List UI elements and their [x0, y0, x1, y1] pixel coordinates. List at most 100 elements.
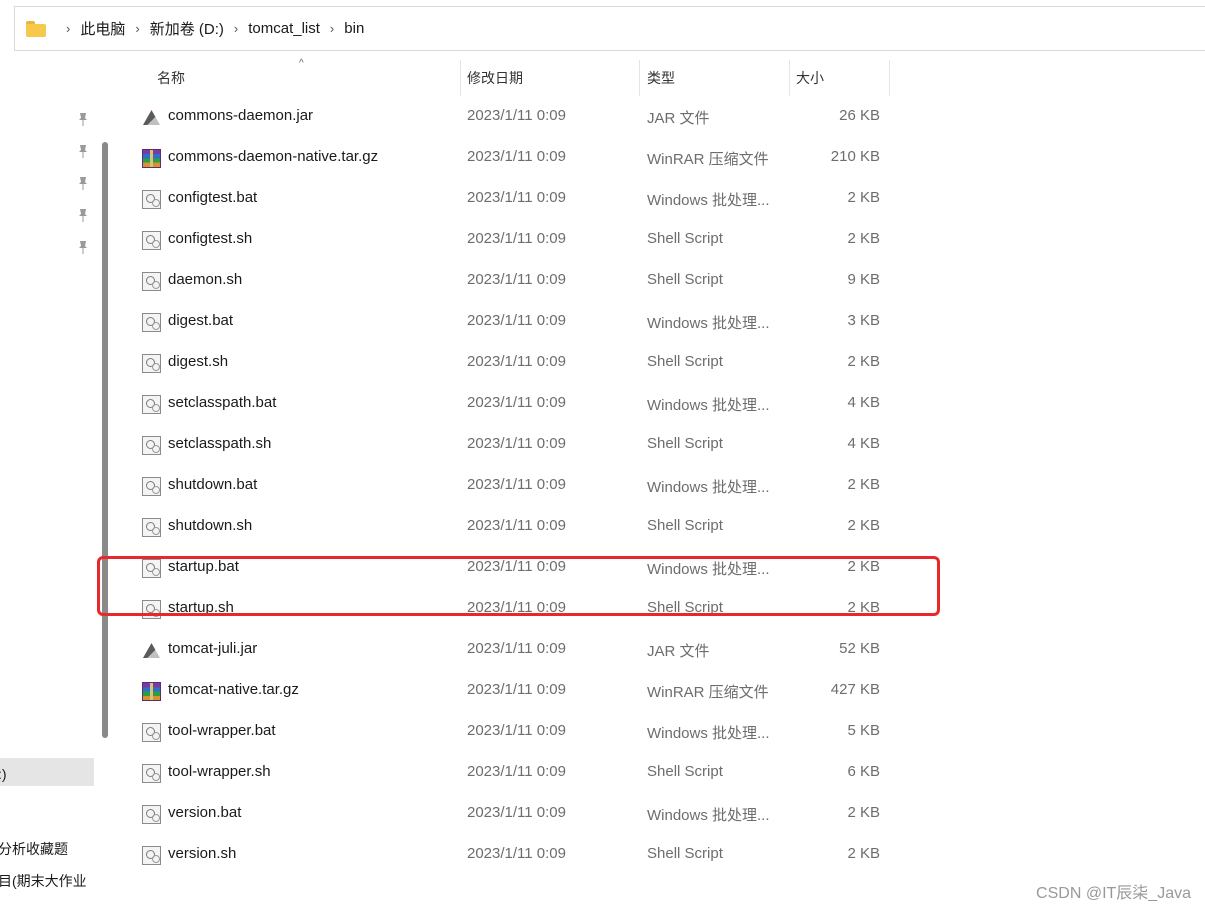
file-name: setclasspath.bat [168, 394, 277, 411]
nav-item-drive[interactable]: :) [0, 766, 7, 782]
file-type: Windows 批处理... [647, 479, 770, 496]
file-type: Shell Script [647, 435, 723, 452]
file-size: 4 KB [847, 394, 880, 411]
file-row[interactable]: tomcat-native.tar.gz 2023/1/11 0:09 WinRAR… [120, 670, 900, 711]
file-name: shutdown.bat [168, 476, 258, 493]
file-row[interactable]: commons-daemon-native.tar.gz 2023/1/11 0:… [120, 137, 900, 178]
nav-scrollbar[interactable] [102, 142, 108, 738]
address-bar[interactable]: › 此电脑 › 新加卷 (D:) › tomcat_list › bin [14, 6, 1205, 51]
file-size: 2 KB [847, 189, 880, 206]
script-file-icon [142, 764, 161, 783]
file-row[interactable]: configtest.bat 2023/1/11 0:09 Windows 批处理.… [120, 178, 900, 219]
file-name: tool-wrapper.sh [168, 763, 271, 780]
file-size: 3 KB [847, 312, 880, 329]
file-size: 4 KB [847, 435, 880, 452]
file-row[interactable]: version.bat 2023/1/11 0:09 Windows 批处理... 2… [120, 793, 900, 834]
breadcrumb-bin[interactable]: bin [344, 20, 364, 37]
breadcrumb-tomcat-list[interactable]: tomcat_list [248, 20, 320, 37]
file-modified-date: 2023/1/11 0:09 [467, 107, 566, 124]
column-divider[interactable] [639, 60, 640, 96]
file-modified-date: 2023/1/11 0:09 [467, 763, 566, 780]
column-divider[interactable] [460, 60, 461, 96]
file-type: Shell Script [647, 517, 723, 534]
file-explorer-window: › 此电脑 › 新加卷 (D:) › tomcat_list › bin :) … [0, 0, 1205, 908]
column-divider[interactable] [889, 60, 890, 96]
chevron-right-icon[interactable]: › [234, 21, 238, 36]
file-list: ciphers.sh2023/1/11 0:09Shell Script2 KB… [120, 75, 900, 908]
pin-icon[interactable] [77, 208, 89, 222]
file-name: commons-daemon.jar [168, 107, 314, 124]
file-type: Shell Script [647, 271, 723, 288]
file-row[interactable]: digest.sh 2023/1/11 0:09 Shell Script 2 KB [120, 342, 900, 383]
file-row[interactable]: daemon.sh 2023/1/11 0:09 Shell Script 9 KB [120, 260, 900, 301]
file-size: 2 KB [847, 353, 880, 370]
column-header-date[interactable]: 修改日期 [467, 60, 523, 96]
file-row[interactable]: setclasspath.sh 2023/1/11 0:09 Shell Scrip… [120, 424, 900, 465]
chevron-right-icon[interactable]: › [66, 21, 70, 36]
breadcrumb-this-pc[interactable]: 此电脑 [80, 18, 125, 39]
pin-icon[interactable] [77, 144, 89, 158]
file-row[interactable]: tomcat-juli.jar 2023/1/11 0:09 JAR 文件 52 KB [120, 629, 900, 670]
file-type: Windows 批处理... [647, 397, 770, 414]
script-file-icon [142, 477, 161, 496]
file-name: setclasspath.sh [168, 435, 272, 452]
winrar-archive-icon [142, 682, 161, 701]
file-row[interactable]: configtest.sh 2023/1/11 0:09 Shell Script 2… [120, 219, 900, 260]
file-row[interactable]: tool-wrapper.bat 2023/1/11 0:09 Windows 批处… [120, 711, 900, 752]
file-size: 5 KB [847, 722, 880, 739]
file-modified-date: 2023/1/11 0:09 [467, 148, 566, 165]
column-header-name[interactable]: 名称 [157, 60, 185, 96]
file-modified-date: 2023/1/11 0:09 [467, 476, 566, 493]
file-size: 2 KB [847, 517, 880, 534]
column-header-size[interactable]: 大小 [796, 60, 824, 96]
file-type: Shell Script [647, 763, 723, 780]
file-type: WinRAR 压缩文件 [647, 151, 769, 168]
file-name: version.bat [168, 804, 242, 821]
winrar-archive-icon [142, 149, 161, 168]
file-name: tool-wrapper.bat [168, 722, 276, 739]
file-row[interactable]: version.sh 2023/1/11 0:09 Shell Script 2 KB [120, 834, 900, 875]
breadcrumb-drive-d[interactable]: 新加卷 (D:) [150, 18, 224, 39]
file-type: Windows 批处理... [647, 725, 770, 742]
file-row[interactable]: setclasspath.bat 2023/1/11 0:09 Windows 批处… [120, 383, 900, 424]
file-row[interactable]: shutdown.bat 2023/1/11 0:09 Windows 批处理...… [120, 465, 900, 506]
file-row[interactable]: commons-daemon.jar 2023/1/11 0:09 JAR 文件 26… [120, 96, 900, 137]
file-size: 2 KB [847, 845, 880, 862]
file-modified-date: 2023/1/11 0:09 [467, 435, 566, 452]
file-row[interactable]: shutdown.sh 2023/1/11 0:09 Shell Script 2 K… [120, 506, 900, 547]
nav-item-folder[interactable]: 分析收藏题 [0, 839, 68, 859]
column-header-type[interactable]: 类型 [647, 60, 675, 96]
sort-ascending-icon: ^ [299, 58, 304, 69]
file-row[interactable]: tool-wrapper.sh 2023/1/11 0:09 Shell Scrip… [120, 752, 900, 793]
jar-file-icon [142, 108, 161, 127]
watermark: CSDN @IT辰柒_Java [1036, 885, 1191, 902]
script-file-icon [142, 231, 161, 250]
file-modified-date: 2023/1/11 0:09 [467, 230, 566, 247]
file-size: 9 KB [847, 271, 880, 288]
script-file-icon [142, 436, 161, 455]
pin-icon[interactable] [77, 112, 89, 126]
chevron-right-icon[interactable]: › [330, 21, 334, 36]
file-row[interactable]: digest.bat 2023/1/11 0:09 Windows 批处理... 3 … [120, 301, 900, 342]
file-modified-date: 2023/1/11 0:09 [467, 312, 566, 329]
file-size: 210 KB [830, 148, 880, 165]
column-divider[interactable] [789, 60, 790, 96]
file-name: configtest.bat [168, 189, 258, 206]
file-name: digest.bat [168, 312, 234, 329]
file-type: Windows 批处理... [647, 192, 770, 209]
file-modified-date: 2023/1/11 0:09 [467, 271, 566, 288]
file-size: 427 KB [830, 681, 880, 698]
chevron-right-icon[interactable]: › [135, 21, 139, 36]
script-file-icon [142, 272, 161, 291]
pin-icon[interactable] [77, 176, 89, 190]
nav-item-selected[interactable] [0, 758, 94, 786]
script-file-icon [142, 723, 161, 742]
file-size: 6 KB [847, 763, 880, 780]
file-type: JAR 文件 [647, 643, 710, 660]
file-name: version.sh [168, 845, 237, 862]
jar-file-icon [142, 641, 161, 660]
pin-icon[interactable] [77, 240, 89, 254]
file-modified-date: 2023/1/11 0:09 [467, 394, 566, 411]
nav-item-folder[interactable]: 目(期末大作业 [0, 871, 87, 891]
file-modified-date: 2023/1/11 0:09 [467, 640, 566, 657]
